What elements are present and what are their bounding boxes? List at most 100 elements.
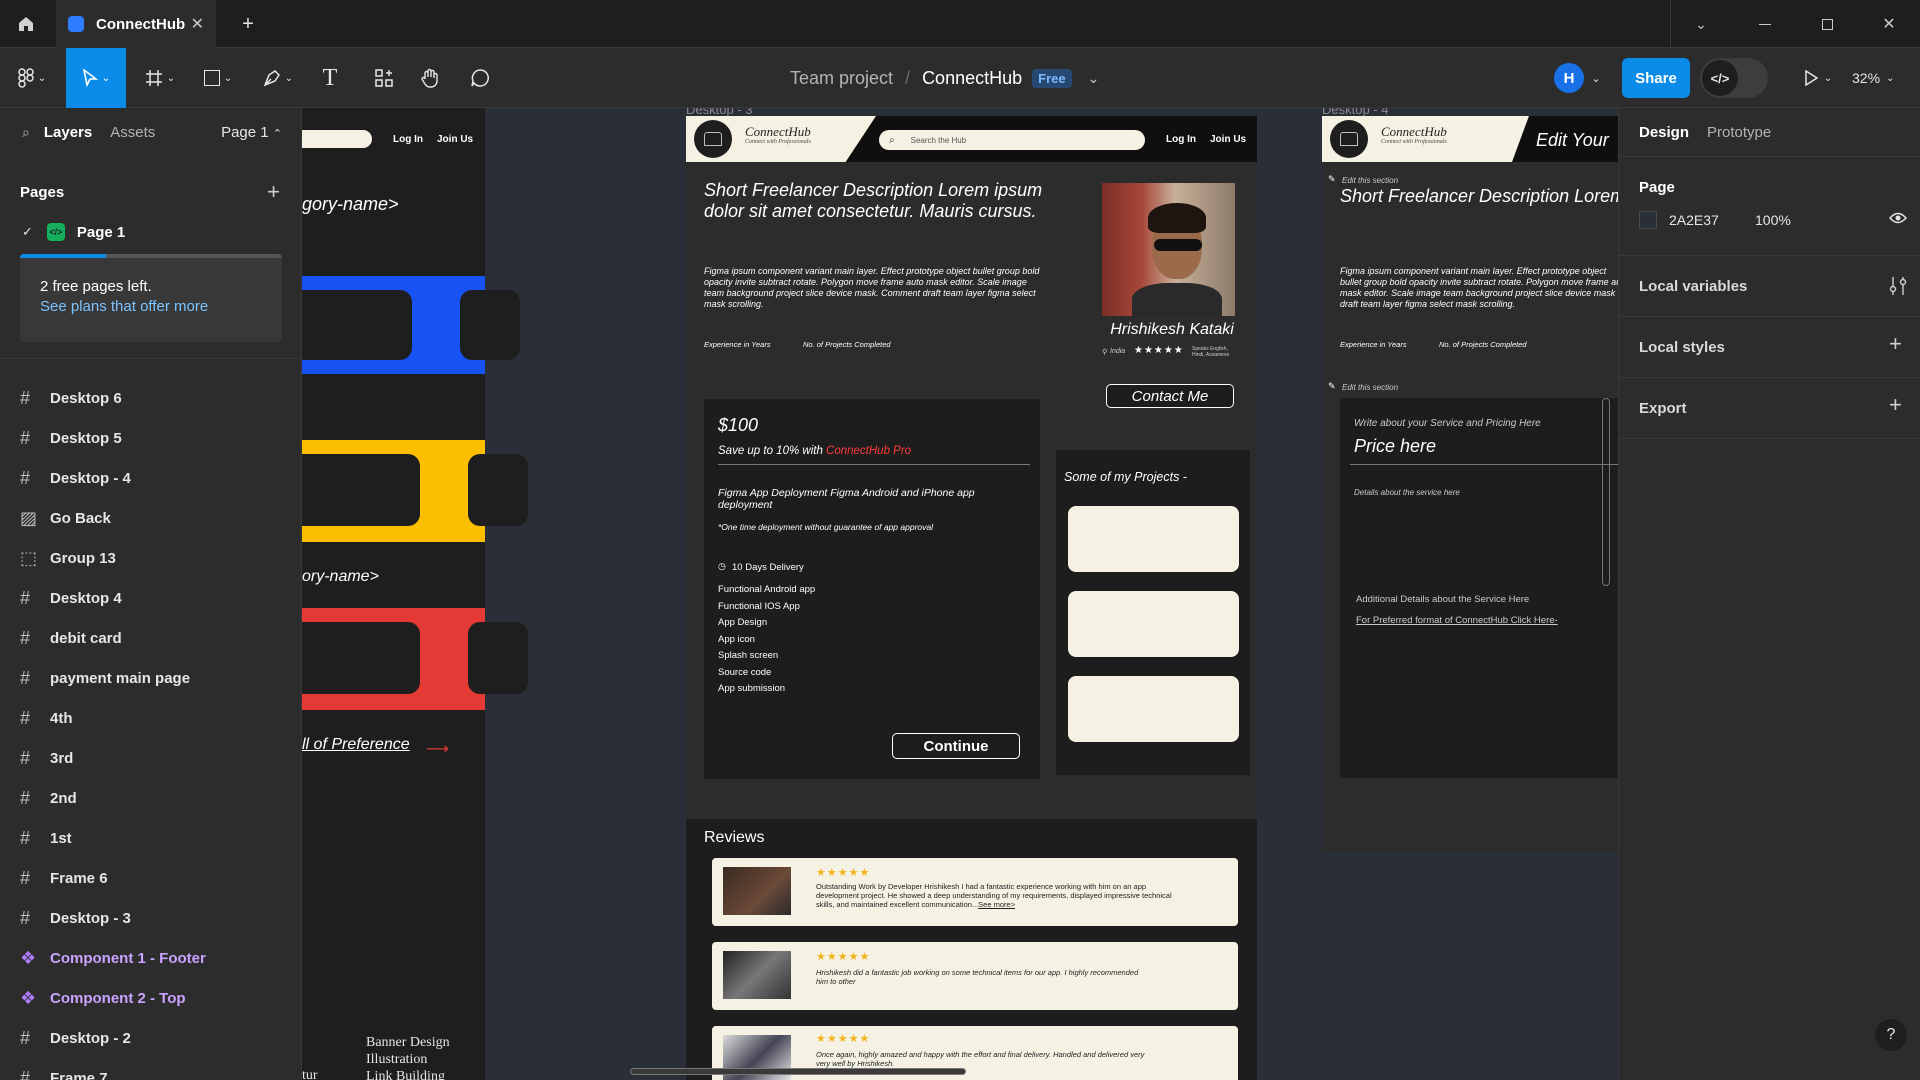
layer-item[interactable]: # Desktop - 4: [0, 458, 301, 498]
edit-section-label[interactable]: Edit this section: [1342, 383, 1398, 392]
help-button[interactable]: ?: [1875, 1019, 1907, 1051]
local-variables-section[interactable]: Local variables: [1619, 256, 1920, 317]
pro-link[interactable]: ConnectHub Pro: [826, 445, 911, 457]
save-text: Save up to 10% with ConnectHub Pro: [718, 445, 911, 457]
minimize-icon[interactable]: [1750, 0, 1780, 48]
frame-desktop-4[interactable]: ConnectHub Connect with Professionals Ed…: [1322, 116, 1618, 852]
chevron-down-icon[interactable]: ⌄: [1686, 0, 1716, 48]
see-plans-link[interactable]: See plans that offer more: [40, 298, 208, 315]
contact-me-button[interactable]: Contact Me: [1106, 384, 1234, 408]
login-link[interactable]: Log In: [1166, 134, 1196, 145]
layer-item[interactable]: #4th: [0, 698, 301, 738]
search-icon[interactable]: ⌕: [22, 124, 30, 141]
details-input[interactable]: Details about the service here: [1354, 488, 1460, 497]
project-thumbnail[interactable]: [1068, 506, 1239, 572]
home-icon[interactable]: [0, 0, 52, 48]
footer-item[interactable]: Link Building: [366, 1068, 450, 1080]
tab-design[interactable]: Design: [1639, 124, 1689, 141]
present-play-icon[interactable]: ⌄: [1796, 60, 1840, 96]
preferred-format-link[interactable]: For Preferred format of ConnectHub Click…: [1356, 615, 1558, 626]
new-tab-icon[interactable]: +: [232, 0, 264, 48]
footer-item[interactable]: Banner Design: [366, 1034, 450, 1051]
brand-logo[interactable]: [694, 120, 732, 158]
restore-icon[interactable]: [1812, 0, 1842, 48]
layer-item[interactable]: # Desktop - 3: [0, 898, 301, 938]
layer-item[interactable]: # Frame 6: [0, 858, 301, 898]
edit-pencil-icon[interactable]: ✎: [1328, 381, 1336, 392]
horizontal-scrollbar[interactable]: [630, 1068, 966, 1075]
file-menu-chevron-icon[interactable]: ⌄: [1088, 70, 1100, 87]
layer-item[interactable]: # Desktop 5: [0, 418, 301, 458]
plan-badge[interactable]: Free: [1032, 68, 1072, 88]
file-tab[interactable]: ConnectHub ✕: [56, 0, 216, 48]
close-window-icon[interactable]: ✕: [1874, 0, 1904, 48]
vertical-scrollbar[interactable]: [1602, 398, 1610, 586]
see-more-link[interactable]: See more>: [978, 900, 1015, 909]
layer-item[interactable]: # debit card: [0, 618, 301, 658]
brand-logo[interactable]: [1330, 120, 1368, 158]
frame-desktop-3[interactable]: ConnectHub Connect with Professionals ⌕ …: [686, 116, 1257, 1080]
login-link[interactable]: Log In: [393, 134, 423, 145]
tab-assets[interactable]: Assets: [110, 124, 155, 141]
user-avatar[interactable]: H: [1554, 63, 1584, 93]
frame-partial-left[interactable]: Log In Join Us gory-name> ory-name> ll o…: [302, 108, 528, 1080]
tab-layers[interactable]: Layers: [44, 124, 92, 141]
layer-item[interactable]: #3rd: [0, 738, 301, 778]
layer-item[interactable]: # Desktop 4: [0, 578, 301, 618]
hand-tool-icon[interactable]: [414, 60, 446, 96]
join-link[interactable]: Join Us: [437, 134, 473, 145]
file-name[interactable]: ConnectHub: [922, 68, 1022, 89]
page-opacity[interactable]: 100%: [1755, 212, 1791, 228]
review-card[interactable]: ★★★★★ Hrishikesh did a fantastic job wor…: [712, 942, 1238, 1010]
page-item-current[interactable]: ✓ </> Page 1: [0, 216, 301, 248]
page-color-hex[interactable]: 2A2E37: [1669, 212, 1719, 228]
layer-item[interactable]: # Frame 7: [0, 1058, 301, 1080]
add-style-icon[interactable]: +: [1889, 331, 1902, 357]
pen-tool-icon[interactable]: ⌄: [256, 60, 300, 96]
add-page-icon[interactable]: +: [267, 179, 280, 205]
continue-button[interactable]: Continue: [892, 733, 1020, 759]
avatar-chevron-icon[interactable]: ⌄: [1588, 63, 1604, 93]
edit-pencil-icon[interactable]: ✎: [1328, 174, 1336, 185]
layer-item[interactable]: ❖ Component 1 - Footer: [0, 938, 301, 978]
photo-hair: [1148, 203, 1206, 233]
layer-item[interactable]: ⬚ Group 13: [0, 538, 301, 578]
shape-tool-icon[interactable]: ⌄: [196, 60, 240, 96]
page-color-swatch[interactable]: [1639, 211, 1657, 229]
move-tool-icon[interactable]: ⌄: [66, 48, 126, 108]
visibility-eye-icon[interactable]: [1889, 211, 1907, 225]
breadcrumb-team[interactable]: Team project: [790, 68, 893, 89]
layer-item[interactable]: # Desktop 6: [0, 378, 301, 418]
resources-icon[interactable]: [368, 60, 400, 96]
canvas[interactable]: Log In Join Us gory-name> ory-name> ll o…: [302, 108, 1618, 1080]
share-button[interactable]: Share: [1622, 58, 1690, 98]
layer-item[interactable]: # Desktop - 2: [0, 1018, 301, 1058]
layer-item[interactable]: ▨ Go Back: [0, 498, 301, 538]
review-card[interactable]: ★★★★★ Outstanding Work by Developer Hris…: [712, 858, 1238, 926]
add-export-icon[interactable]: +: [1889, 392, 1902, 418]
comment-tool-icon[interactable]: [464, 60, 496, 96]
project-thumbnail[interactable]: [1068, 591, 1239, 657]
text-tool-icon[interactable]: T: [314, 60, 346, 96]
main-menu-icon[interactable]: ⌄: [10, 60, 54, 96]
frame-tool-icon[interactable]: ⌄: [138, 60, 182, 96]
variables-settings-icon[interactable]: [1889, 276, 1907, 301]
preference-link[interactable]: ll of Preference: [302, 736, 410, 754]
tab-prototype[interactable]: Prototype: [1707, 124, 1771, 141]
dev-mode-toggle[interactable]: </>: [1700, 58, 1768, 98]
layer-item[interactable]: #1st: [0, 818, 301, 858]
zoom-level[interactable]: 32% ⌄: [1852, 48, 1894, 108]
footer-item[interactable]: Illustration: [366, 1051, 450, 1068]
project-thumbnail[interactable]: [1068, 676, 1239, 742]
close-tab-icon[interactable]: ✕: [191, 14, 204, 34]
layer-item[interactable]: ❖ Component 2 - Top: [0, 978, 301, 1018]
layer-item[interactable]: #2nd: [0, 778, 301, 818]
page-selector[interactable]: Page 1 ⌃: [221, 124, 282, 141]
price-input[interactable]: Price here: [1354, 436, 1436, 457]
layer-item[interactable]: # payment main page: [0, 658, 301, 698]
edit-section-label[interactable]: Edit this section: [1342, 176, 1398, 185]
join-link[interactable]: Join Us: [1210, 134, 1246, 145]
export-section[interactable]: Export +: [1619, 378, 1920, 439]
local-styles-section[interactable]: Local styles +: [1619, 317, 1920, 378]
hub-search-input[interactable]: ⌕ Search the Hub: [879, 130, 1145, 150]
